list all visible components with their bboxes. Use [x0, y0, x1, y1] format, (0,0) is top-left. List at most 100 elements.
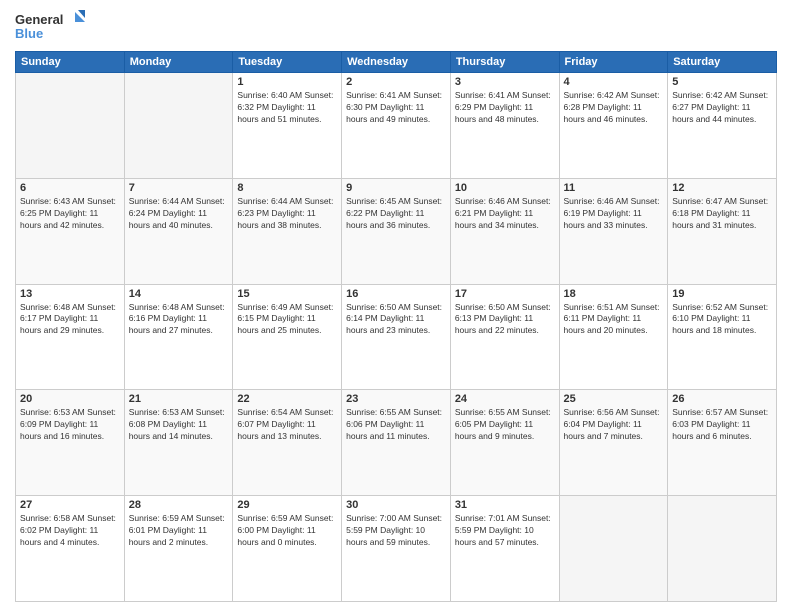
day-info: Sunrise: 6:59 AM Sunset: 6:01 PM Dayligh… [129, 513, 229, 549]
day-info: Sunrise: 6:47 AM Sunset: 6:18 PM Dayligh… [672, 196, 772, 232]
weekday-header-sunday: Sunday [16, 52, 125, 73]
day-info: Sunrise: 6:55 AM Sunset: 6:05 PM Dayligh… [455, 407, 555, 443]
day-info: Sunrise: 6:42 AM Sunset: 6:28 PM Dayligh… [564, 90, 664, 126]
calendar-cell: 23 Sunrise: 6:55 AM Sunset: 6:06 PM Dayli… [342, 390, 451, 496]
weekday-header-saturday: Saturday [668, 52, 777, 73]
day-info: Sunrise: 6:51 AM Sunset: 6:11 PM Dayligh… [564, 302, 664, 338]
day-info: Sunrise: 6:58 AM Sunset: 6:02 PM Dayligh… [20, 513, 120, 549]
calendar-cell: 26 Sunrise: 6:57 AM Sunset: 6:03 PM Dayli… [668, 390, 777, 496]
calendar-cell: 5 Sunrise: 6:42 AM Sunset: 6:27 PM Daylig… [668, 73, 777, 179]
day-number: 18 [564, 288, 664, 300]
calendar-cell: 19 Sunrise: 6:52 AM Sunset: 6:10 PM Dayli… [668, 284, 777, 390]
day-number: 1 [237, 76, 337, 88]
calendar-cell: 1 Sunrise: 6:40 AM Sunset: 6:32 PM Daylig… [233, 73, 342, 179]
day-number: 20 [20, 393, 120, 405]
day-info: Sunrise: 6:59 AM Sunset: 6:00 PM Dayligh… [237, 513, 337, 549]
weekday-header-wednesday: Wednesday [342, 52, 451, 73]
day-info: Sunrise: 7:01 AM Sunset: 5:59 PM Dayligh… [455, 513, 555, 549]
calendar-cell: 25 Sunrise: 6:56 AM Sunset: 6:04 PM Dayli… [559, 390, 668, 496]
day-info: Sunrise: 6:57 AM Sunset: 6:03 PM Dayligh… [672, 407, 772, 443]
day-number: 21 [129, 393, 229, 405]
day-info: Sunrise: 6:50 AM Sunset: 6:14 PM Dayligh… [346, 302, 446, 338]
calendar-cell: 16 Sunrise: 6:50 AM Sunset: 6:14 PM Dayli… [342, 284, 451, 390]
day-number: 28 [129, 499, 229, 511]
weekday-header-friday: Friday [559, 52, 668, 73]
day-number: 2 [346, 76, 446, 88]
calendar-cell: 6Sunrise: 6:43 AM Sunset: 6:25 PM Daylig… [16, 178, 125, 284]
calendar-cell: 22 Sunrise: 6:54 AM Sunset: 6:07 PM Dayli… [233, 390, 342, 496]
calendar-cell: 31Sunrise: 7:01 AM Sunset: 5:59 PM Dayli… [450, 496, 559, 602]
day-info: Sunrise: 6:50 AM Sunset: 6:13 PM Dayligh… [455, 302, 555, 338]
day-number: 27 [20, 499, 120, 511]
day-number: 14 [129, 288, 229, 300]
day-number: 11 [564, 182, 664, 194]
day-info: Sunrise: 6:53 AM Sunset: 6:09 PM Dayligh… [20, 407, 120, 443]
calendar-cell: 21 Sunrise: 6:53 AM Sunset: 6:08 PM Dayli… [124, 390, 233, 496]
day-number: 22 [237, 393, 337, 405]
day-info: Sunrise: 6:46 AM Sunset: 6:21 PM Dayligh… [455, 196, 555, 232]
calendar-cell: 3Sunrise: 6:41 AM Sunset: 6:29 PM Daylig… [450, 73, 559, 179]
calendar-cell: 27 Sunrise: 6:58 AM Sunset: 6:02 PM Dayli… [16, 496, 125, 602]
calendar-week-0: 1 Sunrise: 6:40 AM Sunset: 6:32 PM Daylig… [16, 73, 777, 179]
day-number: 5 [672, 76, 772, 88]
svg-text:General: General [15, 12, 63, 27]
day-number: 4 [564, 76, 664, 88]
day-info: Sunrise: 6:41 AM Sunset: 6:30 PM Dayligh… [346, 90, 446, 126]
day-info: Sunrise: 6:52 AM Sunset: 6:10 PM Dayligh… [672, 302, 772, 338]
day-info: Sunrise: 6:54 AM Sunset: 6:07 PM Dayligh… [237, 407, 337, 443]
calendar-cell: 12 Sunrise: 6:47 AM Sunset: 6:18 PM Dayli… [668, 178, 777, 284]
calendar-cell [668, 496, 777, 602]
day-number: 29 [237, 499, 337, 511]
day-number: 26 [672, 393, 772, 405]
calendar-cell: 20 Sunrise: 6:53 AM Sunset: 6:09 PM Dayli… [16, 390, 125, 496]
day-number: 19 [672, 288, 772, 300]
day-info: Sunrise: 6:55 AM Sunset: 6:06 PM Dayligh… [346, 407, 446, 443]
svg-text:Blue: Blue [15, 26, 43, 41]
day-info: Sunrise: 6:40 AM Sunset: 6:32 PM Dayligh… [237, 90, 337, 126]
calendar-cell: 13Sunrise: 6:48 AM Sunset: 6:17 PM Dayli… [16, 284, 125, 390]
calendar-cell: 4 Sunrise: 6:42 AM Sunset: 6:28 PM Daylig… [559, 73, 668, 179]
day-number: 24 [455, 393, 555, 405]
day-number: 8 [237, 182, 337, 194]
calendar-cell: 24 Sunrise: 6:55 AM Sunset: 6:05 PM Dayli… [450, 390, 559, 496]
calendar-cell [124, 73, 233, 179]
day-info: Sunrise: 6:43 AM Sunset: 6:25 PM Dayligh… [20, 196, 120, 232]
day-info: Sunrise: 6:56 AM Sunset: 6:04 PM Dayligh… [564, 407, 664, 443]
calendar-cell: 10Sunrise: 6:46 AM Sunset: 6:21 PM Dayli… [450, 178, 559, 284]
calendar-cell: 17 Sunrise: 6:50 AM Sunset: 6:13 PM Dayli… [450, 284, 559, 390]
calendar-week-4: 27 Sunrise: 6:58 AM Sunset: 6:02 PM Dayli… [16, 496, 777, 602]
day-number: 12 [672, 182, 772, 194]
calendar-cell: 8Sunrise: 6:44 AM Sunset: 6:23 PM Daylig… [233, 178, 342, 284]
weekday-header-tuesday: Tuesday [233, 52, 342, 73]
page: General Blue SundayMondayTuesdayWednesda… [0, 0, 792, 612]
day-info: Sunrise: 7:00 AM Sunset: 5:59 PM Dayligh… [346, 513, 446, 549]
day-info: Sunrise: 6:44 AM Sunset: 6:24 PM Dayligh… [129, 196, 229, 232]
day-info: Sunrise: 6:42 AM Sunset: 6:27 PM Dayligh… [672, 90, 772, 126]
calendar-cell: 15 Sunrise: 6:49 AM Sunset: 6:15 PM Dayli… [233, 284, 342, 390]
day-number: 15 [237, 288, 337, 300]
day-number: 30 [346, 499, 446, 511]
header: General Blue [15, 10, 777, 45]
day-info: Sunrise: 6:53 AM Sunset: 6:08 PM Dayligh… [129, 407, 229, 443]
day-number: 23 [346, 393, 446, 405]
calendar-week-2: 13Sunrise: 6:48 AM Sunset: 6:17 PM Dayli… [16, 284, 777, 390]
weekday-header-monday: Monday [124, 52, 233, 73]
calendar-table: SundayMondayTuesdayWednesdayThursdayFrid… [15, 51, 777, 602]
day-number: 3 [455, 76, 555, 88]
calendar-cell: 18 Sunrise: 6:51 AM Sunset: 6:11 PM Dayli… [559, 284, 668, 390]
calendar-cell: 28 Sunrise: 6:59 AM Sunset: 6:01 PM Dayli… [124, 496, 233, 602]
day-info: Sunrise: 6:48 AM Sunset: 6:16 PM Dayligh… [129, 302, 229, 338]
day-number: 25 [564, 393, 664, 405]
day-info: Sunrise: 6:49 AM Sunset: 6:15 PM Dayligh… [237, 302, 337, 338]
weekday-header-thursday: Thursday [450, 52, 559, 73]
calendar-header-row: SundayMondayTuesdayWednesdayThursdayFrid… [16, 52, 777, 73]
calendar-week-1: 6Sunrise: 6:43 AM Sunset: 6:25 PM Daylig… [16, 178, 777, 284]
day-number: 17 [455, 288, 555, 300]
logo: General Blue [15, 10, 85, 45]
calendar-cell: 9Sunrise: 6:45 AM Sunset: 6:22 PM Daylig… [342, 178, 451, 284]
day-number: 13 [20, 288, 120, 300]
logo-svg: General Blue [15, 10, 85, 45]
calendar-week-3: 20 Sunrise: 6:53 AM Sunset: 6:09 PM Dayli… [16, 390, 777, 496]
day-number: 16 [346, 288, 446, 300]
calendar-cell: 7Sunrise: 6:44 AM Sunset: 6:24 PM Daylig… [124, 178, 233, 284]
